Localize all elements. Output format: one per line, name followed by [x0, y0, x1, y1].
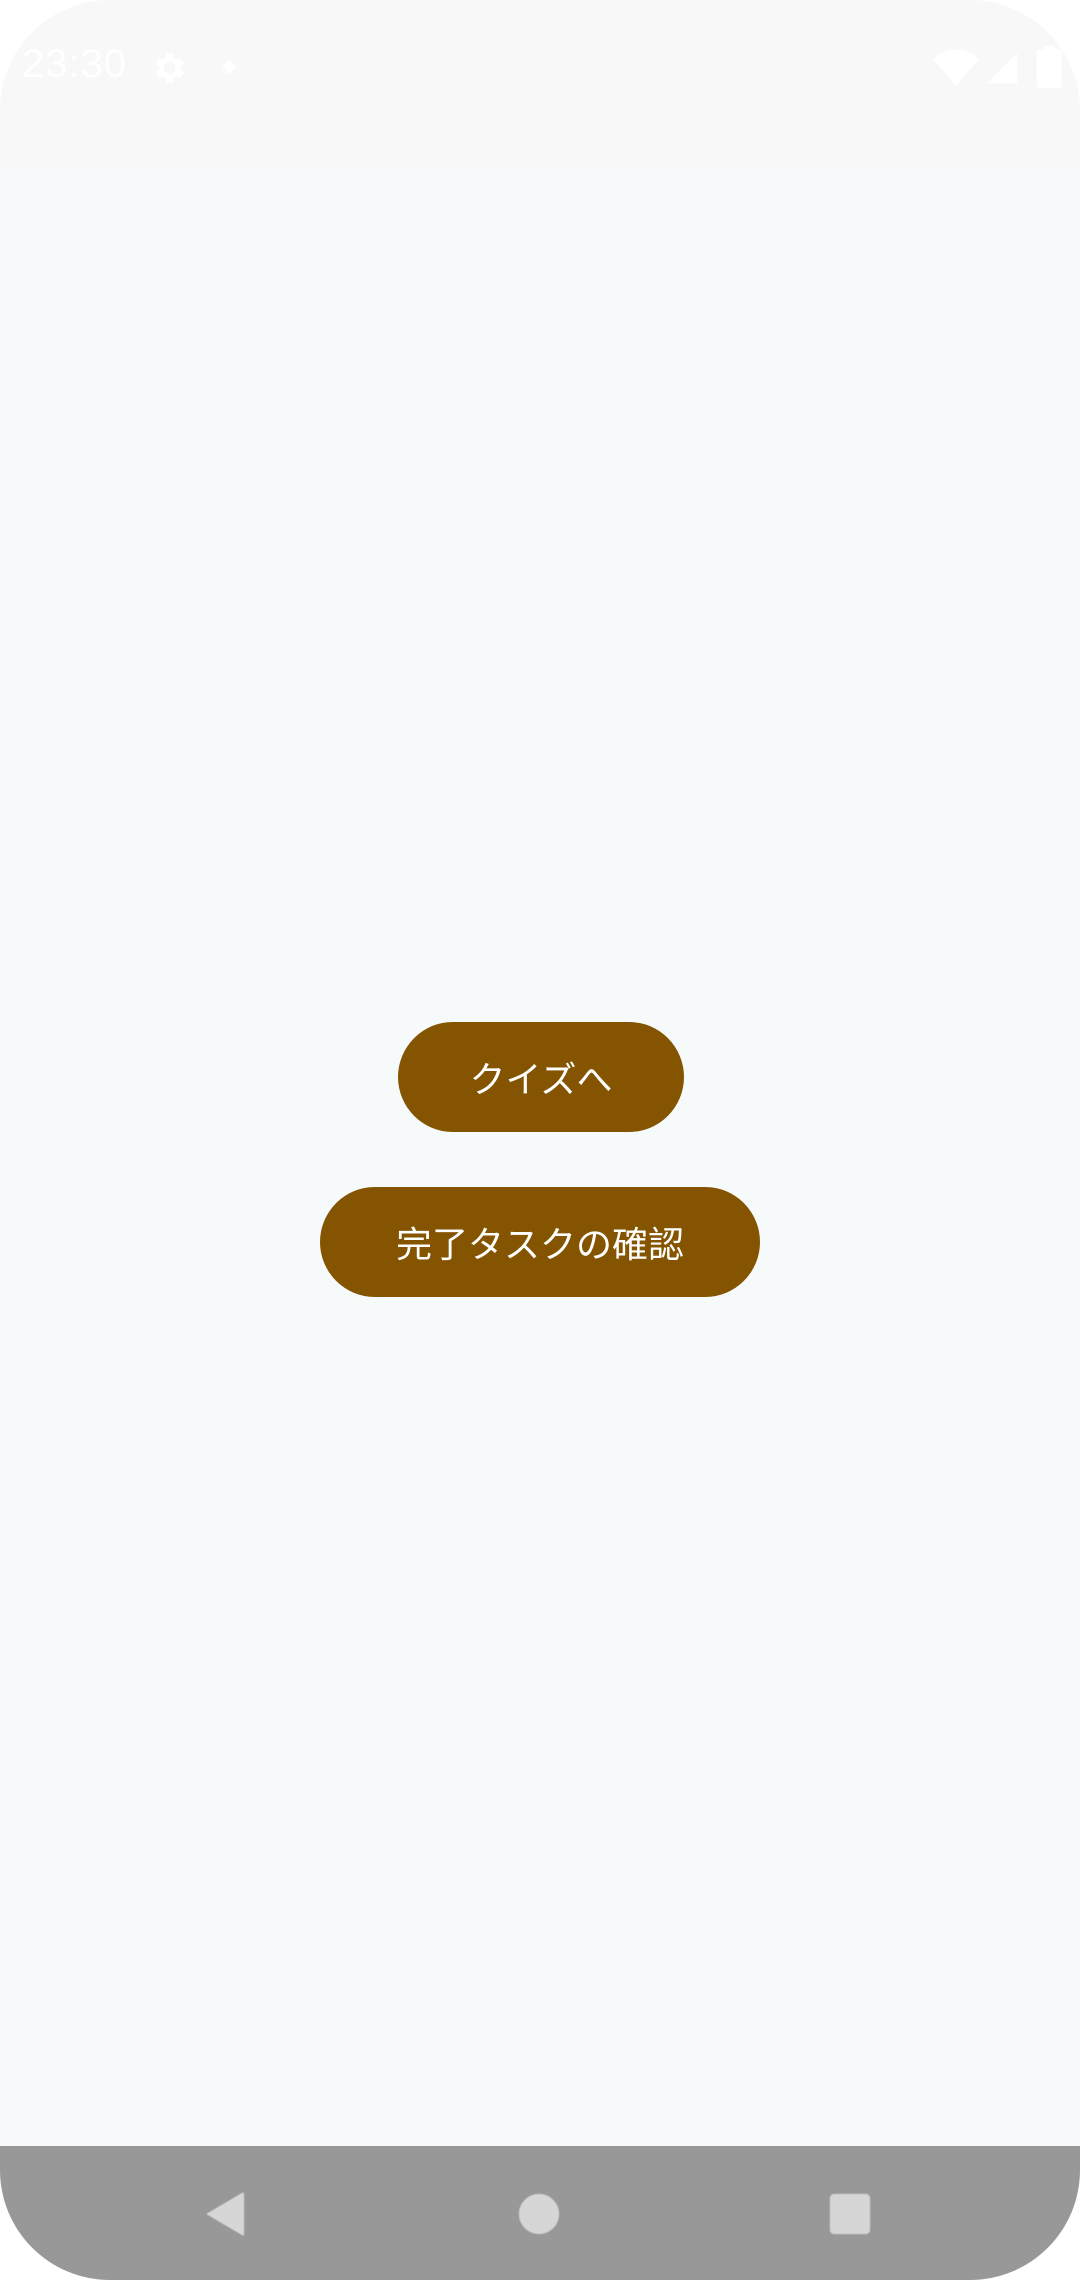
main-content: クイズへ 完了タスクの確認 [0, 170, 1080, 2146]
recents-icon[interactable] [829, 2193, 871, 2235]
completed-tasks-button[interactable]: 完了タスクの確認 [320, 1187, 760, 1297]
navigation-bar [0, 2146, 1080, 2280]
wifi-icon [933, 49, 979, 86]
status-bar: 23:30 [0, 0, 1080, 170]
signal-icon [986, 52, 1018, 84]
gear-icon [155, 53, 184, 83]
battery-icon [1036, 46, 1062, 88]
back-icon[interactable] [204, 2190, 246, 2238]
status-time: 23:30 [22, 42, 128, 86]
app-screen: 23:30 クイズへ 完了タスクの確認 [0, 0, 1080, 2280]
dot-icon [221, 59, 237, 75]
home-icon[interactable] [518, 2193, 560, 2235]
quiz-button[interactable]: クイズへ [398, 1022, 684, 1132]
